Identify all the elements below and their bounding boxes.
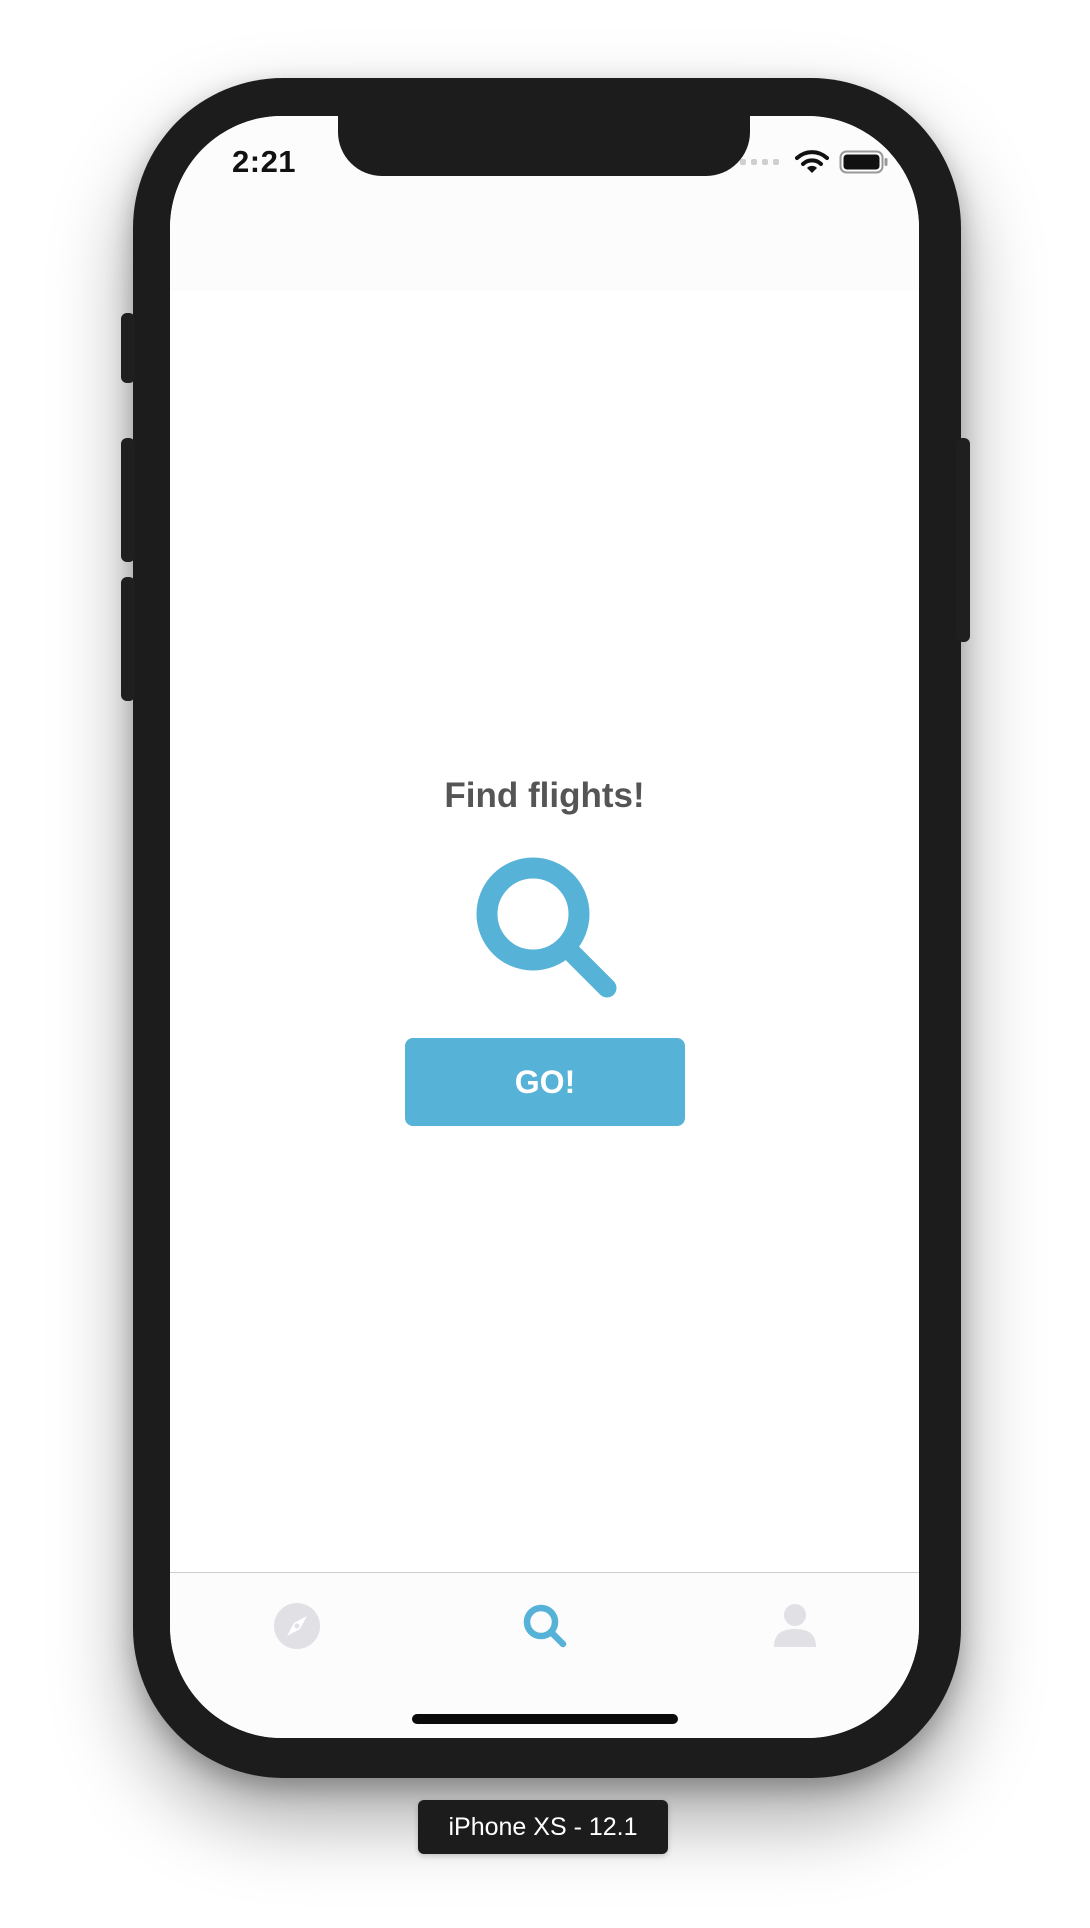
tab-explore[interactable] xyxy=(272,1601,322,1651)
silent-switch xyxy=(121,313,135,383)
battery-icon xyxy=(839,150,888,174)
go-button[interactable]: GO! xyxy=(405,1038,685,1126)
wifi-icon xyxy=(795,150,829,173)
search-icon xyxy=(523,1604,567,1648)
simulator-label: iPhone XS - 12.1 xyxy=(418,1800,668,1854)
notch xyxy=(338,116,750,176)
profile-icon xyxy=(774,1604,816,1647)
page-title: Find flights! xyxy=(444,776,645,815)
volume-down-button xyxy=(121,577,135,701)
tab-search[interactable] xyxy=(520,1601,570,1651)
tab-profile[interactable] xyxy=(770,1601,820,1651)
search-icon xyxy=(476,857,617,998)
compass-icon xyxy=(274,1603,320,1649)
volume-up-button xyxy=(121,438,135,562)
status-icons xyxy=(740,148,889,176)
power-button xyxy=(956,438,970,642)
status-time: 2:21 xyxy=(232,144,297,179)
phone-screen: 2:21 Find flights! GO! xyxy=(170,116,919,1738)
home-indicator[interactable] xyxy=(412,1714,678,1724)
signal-dots-icon xyxy=(740,159,779,165)
